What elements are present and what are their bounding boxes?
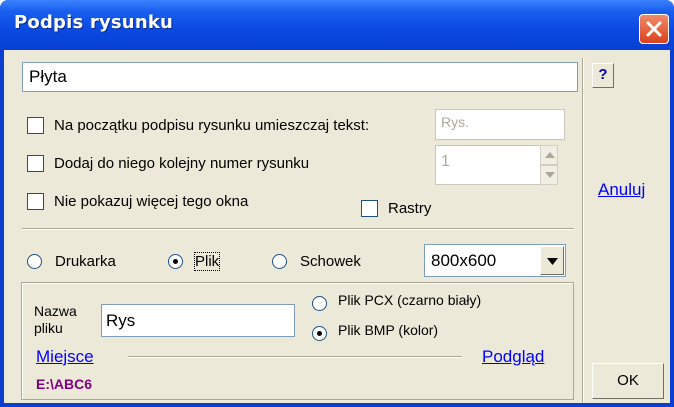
window-title: Podpis rysunku bbox=[14, 12, 174, 33]
cancel-link[interactable]: Anuluj bbox=[598, 180, 645, 200]
close-button[interactable] bbox=[639, 14, 669, 44]
ok-button[interactable]: OK bbox=[592, 363, 664, 399]
printer-radio-label: Drukarka bbox=[55, 253, 116, 270]
file-path: E:\ABC6 bbox=[36, 376, 93, 392]
window-frame-bottom bbox=[0, 403, 674, 407]
number-field[interactable]: 1 bbox=[435, 145, 541, 185]
pcx-radio[interactable] bbox=[312, 296, 327, 311]
clipboard-radio-label: Schowek bbox=[300, 253, 361, 270]
preview-link[interactable]: Podgląd bbox=[482, 347, 544, 367]
location-link[interactable]: Miejsce bbox=[36, 347, 94, 367]
file-radio[interactable] bbox=[168, 254, 183, 269]
close-icon bbox=[646, 21, 662, 37]
up-arrow-icon bbox=[545, 152, 555, 158]
radio-selected-dot bbox=[173, 259, 178, 264]
bmp-radio-label: Plik BMP (kolor) bbox=[338, 322, 439, 338]
spin-up-button[interactable] bbox=[540, 145, 558, 165]
clipboard-radio[interactable] bbox=[272, 254, 287, 269]
resolution-value: 800x600 bbox=[431, 251, 497, 270]
file-name-label-line1: Nazwa bbox=[34, 303, 77, 319]
dont-show-checkbox[interactable] bbox=[27, 193, 44, 210]
dropdown-button[interactable] bbox=[540, 246, 564, 275]
radio-selected-dot bbox=[317, 331, 322, 336]
vertical-divider bbox=[582, 58, 584, 403]
number-checkbox[interactable] bbox=[27, 155, 44, 172]
file-name-input[interactable]: Rys bbox=[101, 304, 295, 337]
number-spinner[interactable] bbox=[540, 145, 558, 185]
file-group-box bbox=[21, 282, 574, 400]
rasters-checkbox[interactable] bbox=[361, 200, 378, 217]
spin-down-button[interactable] bbox=[540, 165, 558, 185]
down-arrow-icon bbox=[545, 172, 555, 178]
section-separator bbox=[22, 228, 574, 230]
file-name-label-line2: pliku bbox=[34, 320, 63, 336]
help-button[interactable]: ? bbox=[592, 63, 614, 88]
prefix-checkbox[interactable] bbox=[27, 117, 44, 134]
prefix-checkbox-label: Na początku podpisu rysunku umieszczaj t… bbox=[54, 117, 370, 134]
prefix-text-field[interactable]: Rys. bbox=[435, 109, 565, 140]
printer-radio[interactable] bbox=[27, 254, 42, 269]
title-bar[interactable]: Podpis rysunku bbox=[0, 0, 674, 50]
number-checkbox-label: Dodaj do niego kolejny numer rysunku bbox=[54, 155, 310, 172]
bmp-radio[interactable] bbox=[312, 326, 327, 341]
file-radio-label: Plik bbox=[193, 252, 221, 271]
link-separator bbox=[128, 356, 462, 358]
dont-show-checkbox-label: Nie pokazuj więcej tego okna bbox=[54, 193, 249, 210]
pcx-radio-label: Plik PCX (czarno biały) bbox=[338, 292, 482, 308]
chevron-down-icon bbox=[547, 258, 558, 265]
resolution-select[interactable]: 800x600 bbox=[424, 244, 566, 277]
caption-input[interactable]: Płyta bbox=[22, 62, 578, 92]
rasters-checkbox-label: Rastry bbox=[388, 200, 432, 217]
